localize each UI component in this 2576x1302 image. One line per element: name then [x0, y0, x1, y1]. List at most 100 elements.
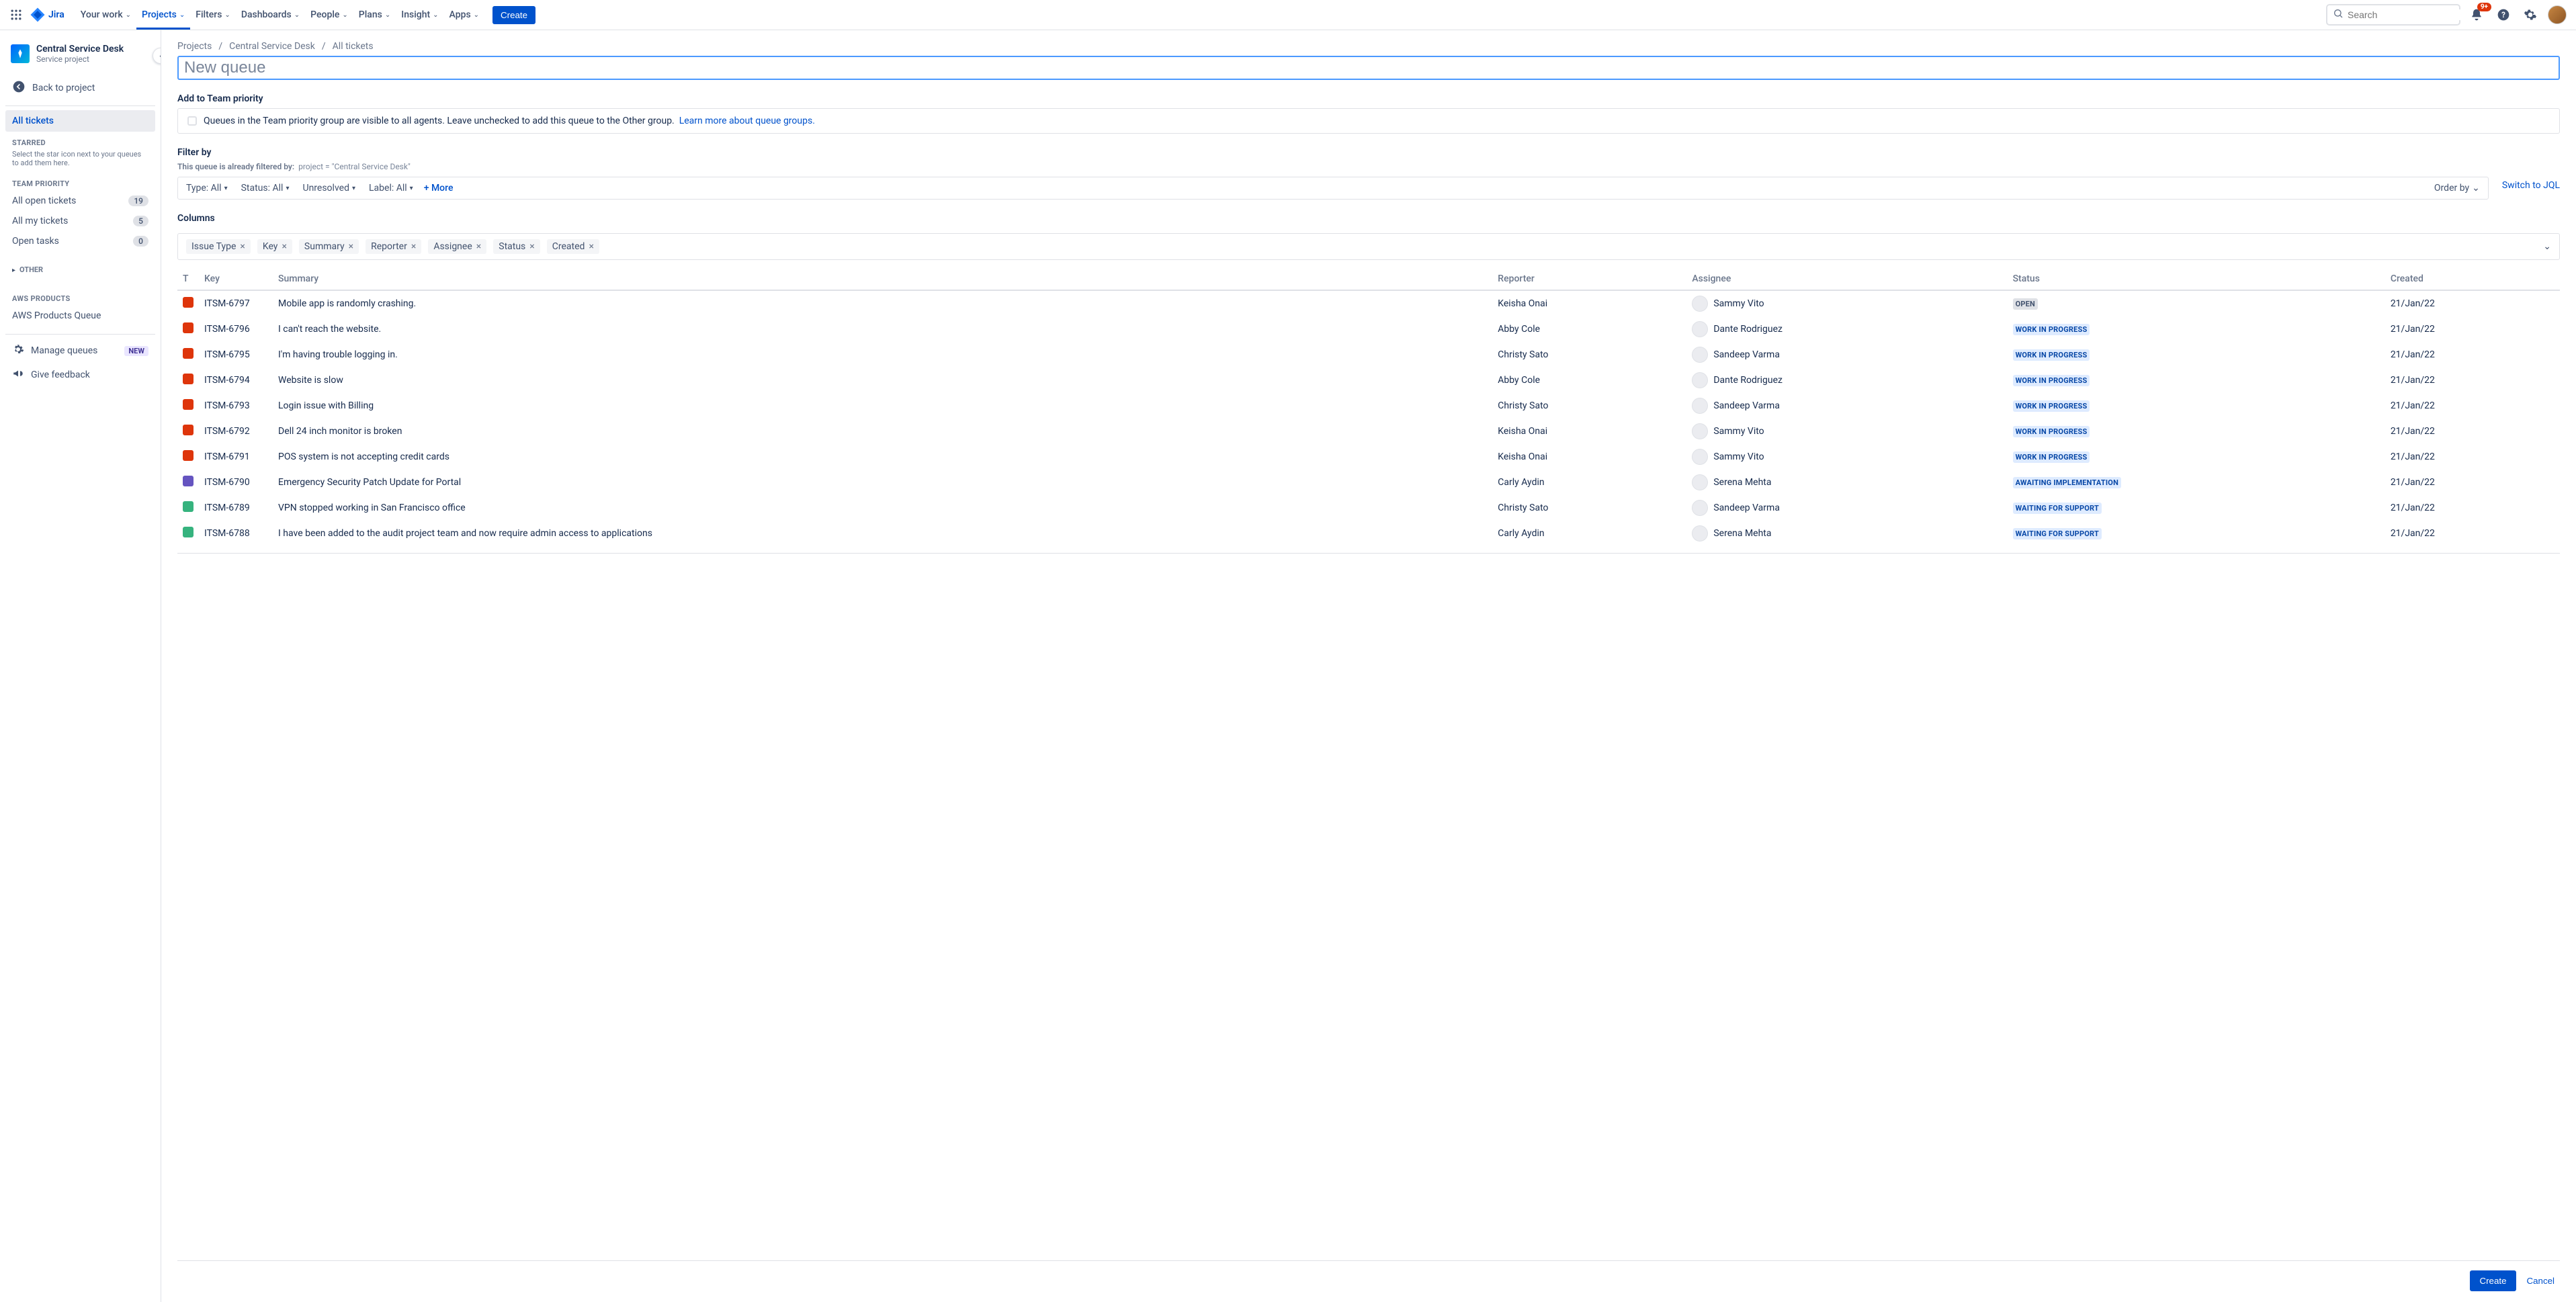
table-row[interactable]: ITSM-6793Login issue with BillingChristy…	[177, 393, 2560, 419]
issue-assignee[interactable]: Serena Mehta	[1692, 474, 2002, 490]
remove-column-icon[interactable]: ×	[529, 241, 534, 252]
order-by-dropdown[interactable]: Order by⌄	[2434, 183, 2480, 193]
column-header[interactable]: Key	[199, 268, 273, 290]
notifications-icon[interactable]: 9+	[2466, 4, 2487, 26]
sidebar-queue-item[interactable]: All open tickets19	[5, 191, 155, 211]
issue-key[interactable]: ITSM-6796	[199, 316, 273, 342]
remove-column-icon[interactable]: ×	[240, 241, 245, 252]
table-row[interactable]: ITSM-6795I'm having trouble logging in.C…	[177, 342, 2560, 367]
all-tickets[interactable]: All tickets	[5, 110, 155, 132]
column-header[interactable]: Reporter	[1492, 268, 1686, 290]
back-to-project[interactable]: Back to project	[5, 75, 155, 101]
issue-key[interactable]: ITSM-6788	[199, 521, 273, 546]
manage-queues[interactable]: Manage queues NEW	[5, 339, 155, 363]
aws-products-queue[interactable]: AWS Products Queue	[5, 306, 155, 326]
sidebar-queue-item[interactable]: All my tickets5	[5, 211, 155, 231]
filter-chip[interactable]: Label: All ▾	[369, 183, 413, 193]
column-header[interactable]: T	[177, 268, 199, 290]
search-input[interactable]	[2348, 9, 2469, 20]
column-tag: Summary×	[299, 239, 359, 254]
table-row[interactable]: ITSM-6791POS system is not accepting cre…	[177, 444, 2560, 470]
table-row[interactable]: ITSM-6796I can't reach the website.Abby …	[177, 316, 2560, 342]
remove-column-icon[interactable]: ×	[589, 241, 593, 252]
issue-summary[interactable]: I'm having trouble logging in.	[273, 342, 1492, 367]
nav-plans[interactable]: Plans⌄	[353, 0, 396, 30]
issue-assignee[interactable]: Sandeep Varma	[1692, 398, 2002, 414]
issue-assignee[interactable]: Sammy Vito	[1692, 449, 2002, 465]
help-icon[interactable]: ?	[2493, 4, 2514, 26]
issue-key[interactable]: ITSM-6792	[199, 419, 273, 444]
issue-assignee[interactable]: Dante Rodriguez	[1692, 321, 2002, 337]
breadcrumb-item[interactable]: Central Service Desk	[229, 41, 315, 52]
table-row[interactable]: ITSM-6792Dell 24 inch monitor is brokenK…	[177, 419, 2560, 444]
issue-summary[interactable]: Login issue with Billing	[273, 393, 1492, 419]
sidebar-queue-item[interactable]: Open tasks0	[5, 231, 155, 251]
issue-assignee[interactable]: Sammy Vito	[1692, 423, 2002, 439]
nav-people[interactable]: People⌄	[305, 0, 353, 30]
breadcrumb-item[interactable]: Projects	[177, 41, 212, 52]
issue-summary[interactable]: Dell 24 inch monitor is broken	[273, 419, 1492, 444]
issue-key[interactable]: ITSM-6793	[199, 393, 273, 419]
give-feedback[interactable]: Give feedback	[5, 363, 155, 387]
remove-column-icon[interactable]: ×	[476, 241, 481, 252]
breadcrumb-item[interactable]: All tickets	[333, 41, 374, 52]
remove-column-icon[interactable]: ×	[282, 241, 286, 252]
columns-dropdown-icon[interactable]: ⌄	[2543, 241, 2551, 252]
nav-filters[interactable]: Filters⌄	[190, 0, 236, 30]
team-priority-checkbox[interactable]	[187, 116, 197, 126]
settings-icon[interactable]	[2520, 4, 2541, 26]
table-row[interactable]: ITSM-6794Website is slowAbby ColeDante R…	[177, 367, 2560, 393]
other-group[interactable]: ▸OTHER	[5, 259, 155, 279]
issue-key[interactable]: ITSM-6790	[199, 470, 273, 495]
remove-column-icon[interactable]: ×	[411, 241, 416, 252]
filter-chip[interactable]: Status: All ▾	[241, 183, 290, 193]
filter-chip[interactable]: Type: All ▾	[186, 183, 228, 193]
issue-summary[interactable]: POS system is not accepting credit cards	[273, 444, 1492, 470]
issue-summary[interactable]: VPN stopped working in San Francisco off…	[273, 495, 1492, 521]
column-header[interactable]: Assignee	[1686, 268, 2007, 290]
table-row[interactable]: ITSM-6789VPN stopped working in San Fran…	[177, 495, 2560, 521]
nav-insight[interactable]: Insight⌄	[396, 0, 443, 30]
issue-key[interactable]: ITSM-6789	[199, 495, 273, 521]
queue-name-input[interactable]	[177, 56, 2560, 80]
table-row[interactable]: ITSM-6788I have been added to the audit …	[177, 521, 2560, 546]
issue-summary[interactable]: I have been added to the audit project t…	[273, 521, 1492, 546]
profile-avatar[interactable]	[2546, 4, 2568, 26]
table-row[interactable]: ITSM-6797Mobile app is randomly crashing…	[177, 290, 2560, 316]
nav-your-work[interactable]: Your work⌄	[75, 0, 136, 30]
column-header[interactable]: Created	[2385, 268, 2560, 290]
issue-key[interactable]: ITSM-6797	[199, 290, 273, 316]
filter-chip[interactable]: Unresolved ▾	[302, 183, 355, 193]
nav-dashboards[interactable]: Dashboards⌄	[236, 0, 305, 30]
issue-summary[interactable]: Mobile app is randomly crashing.	[273, 290, 1492, 316]
app-switcher-icon[interactable]	[8, 7, 24, 23]
remove-column-icon[interactable]: ×	[349, 241, 353, 252]
switch-to-jql[interactable]: Switch to JQL	[2502, 180, 2560, 191]
issue-type-icon	[183, 425, 194, 435]
create-button[interactable]: Create	[492, 6, 535, 24]
nav-projects[interactable]: Projects⌄	[136, 0, 190, 30]
issue-summary[interactable]: Website is slow	[273, 367, 1492, 393]
column-header[interactable]: Status	[2008, 268, 2385, 290]
create-queue-button[interactable]: Create	[2470, 1270, 2516, 1291]
issue-assignee[interactable]: Serena Mehta	[1692, 525, 2002, 541]
issue-key[interactable]: ITSM-6794	[199, 367, 273, 393]
issue-key[interactable]: ITSM-6791	[199, 444, 273, 470]
issue-assignee[interactable]: Sammy Vito	[1692, 296, 2002, 312]
column-header[interactable]: Summary	[273, 268, 1492, 290]
issue-key[interactable]: ITSM-6795	[199, 342, 273, 367]
jira-logo[interactable]: Jira	[30, 7, 65, 23]
project-header[interactable]: Central Service Desk Service project	[5, 38, 155, 69]
issue-summary[interactable]: Emergency Security Patch Update for Port…	[273, 470, 1492, 495]
issue-assignee[interactable]: Sandeep Varma	[1692, 500, 2002, 516]
issue-assignee[interactable]: Sandeep Varma	[1692, 347, 2002, 363]
nav-apps[interactable]: Apps⌄	[444, 0, 485, 30]
more-filters[interactable]: + More	[424, 183, 454, 193]
issue-summary[interactable]: I can't reach the website.	[273, 316, 1492, 342]
learn-more-link[interactable]: Learn more about queue groups.	[679, 116, 815, 126]
cancel-button[interactable]: Cancel	[2527, 1270, 2555, 1291]
issue-assignee[interactable]: Dante Rodriguez	[1692, 372, 2002, 388]
search-box[interactable]	[2326, 4, 2460, 26]
all-tickets-label: All tickets	[12, 116, 54, 126]
table-row[interactable]: ITSM-6790Emergency Security Patch Update…	[177, 470, 2560, 495]
